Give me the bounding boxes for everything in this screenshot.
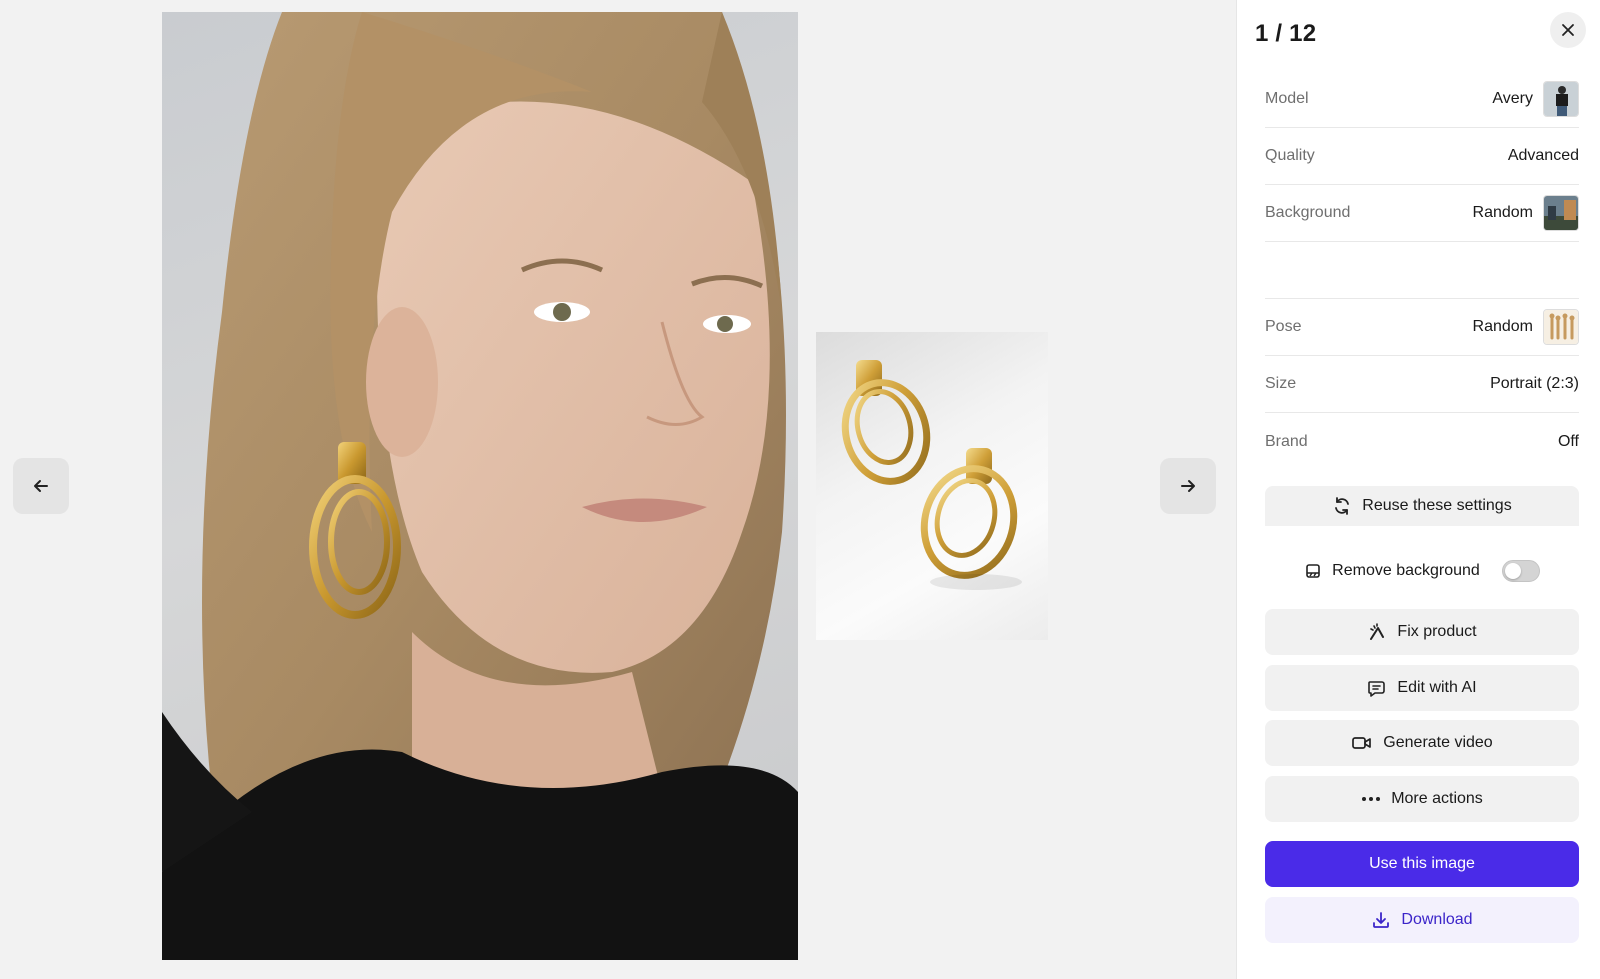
setting-value: Random [1472,204,1533,221]
pose-thumbnail [1543,309,1579,345]
reuse-settings-button[interactable]: Reuse these settings [1265,486,1579,526]
setting-value: Advanced [1507,147,1579,164]
use-this-image-label: Use this image [1369,855,1475,872]
close-icon [1560,22,1576,38]
video-camera-icon [1351,734,1373,752]
refresh-icon [1332,496,1352,516]
settings-list: Model Avery Quality Advanced Background … [1265,71,1579,470]
close-button[interactable] [1550,12,1586,48]
download-icon [1371,910,1391,930]
setting-row-spacer [1265,242,1579,299]
background-thumbnail [1543,195,1579,231]
setting-row-brand: Brand Off [1265,413,1579,470]
image-viewer [0,0,1236,979]
more-actions-label: More actions [1391,790,1483,807]
setting-label: Background [1265,204,1351,221]
generated-model-photo [162,12,798,960]
setting-row-background: Background Random [1265,185,1579,242]
setting-label: Size [1265,375,1297,392]
setting-row-model: Model Avery [1265,71,1579,128]
fix-product-label: Fix product [1397,623,1477,640]
edit-with-ai-button[interactable]: Edit with AI [1265,665,1579,711]
product-reference-photo [816,332,1048,640]
setting-value: Portrait (2:3) [1490,375,1579,392]
setting-label: Pose [1265,318,1302,335]
more-dots-icon [1361,796,1381,802]
remove-background-row: Remove background [1265,555,1579,587]
setting-value: Off [1557,432,1579,450]
arrow-right-icon [1178,476,1198,496]
setting-value: Random [1472,318,1533,335]
fix-product-button[interactable]: Fix product [1265,609,1579,655]
setting-value: Avery [1492,90,1533,107]
image-counter: 1 / 12 [1255,20,1317,47]
setting-row-size: Size Portrait (2:3) [1265,356,1579,413]
setting-row-quality: Quality Advanced [1265,128,1579,185]
download-button[interactable]: Download [1265,897,1579,943]
remove-background-icon [1304,562,1322,580]
setting-label: Model [1265,90,1309,107]
edit-with-ai-label: Edit with AI [1397,679,1477,696]
toggle-knob [1504,563,1521,579]
ai-chat-icon [1367,678,1387,698]
magic-wand-icon [1367,622,1387,642]
arrow-left-icon [31,476,51,496]
next-image-button[interactable] [1160,458,1216,514]
image-details-panel: 1 / 12 Model Avery Quality Advanced Back… [1236,0,1600,979]
download-label: Download [1401,911,1473,928]
setting-label: Brand [1265,432,1308,450]
use-this-image-button[interactable]: Use this image [1265,841,1579,887]
setting-label: Quality [1265,147,1315,164]
generate-video-button[interactable]: Generate video [1265,720,1579,766]
generate-video-label: Generate video [1383,734,1493,751]
model-thumbnail [1543,81,1579,117]
reuse-settings-label: Reuse these settings [1362,497,1512,514]
remove-background-toggle[interactable] [1501,560,1540,582]
previous-image-button[interactable] [13,458,69,514]
more-actions-button[interactable]: More actions [1265,776,1579,822]
remove-background-label: Remove background [1332,562,1480,579]
setting-row-pose: Pose Random [1265,299,1579,356]
